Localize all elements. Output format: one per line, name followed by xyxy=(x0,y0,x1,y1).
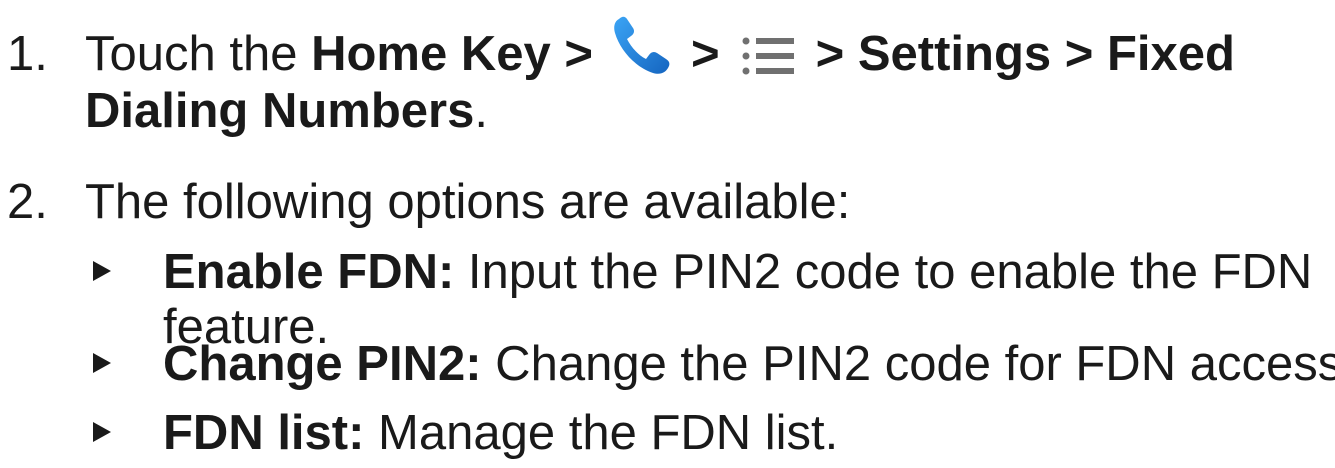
menu-icon xyxy=(742,31,794,75)
step-1-line-2: Dialing Numbers. xyxy=(85,84,488,138)
option-label: FDN list: xyxy=(163,406,365,460)
step-number: 1. xyxy=(7,27,48,81)
phone-icon xyxy=(611,15,671,77)
instructions-document: 1. Touch the Home Key > > > Settings > Fix… xyxy=(0,0,1335,468)
settings-path: > Settings > Fixed xyxy=(815,27,1235,81)
step-text: Touch the Home Key > > > Settings > Fixed xyxy=(85,16,1235,83)
bullet-triangle-icon xyxy=(93,422,111,442)
option-description: Manage the FDN list. xyxy=(364,406,839,460)
separator: > xyxy=(690,27,720,81)
dialing-numbers-label: Dialing Numbers xyxy=(85,84,475,138)
bullet-triangle-icon xyxy=(93,353,111,373)
option-label: Change PIN2: xyxy=(163,337,482,391)
option-description: Change the PIN2 code for FDN access. xyxy=(481,337,1335,391)
step-text: The following options are available: xyxy=(85,175,851,229)
step-number: 2. xyxy=(7,175,48,229)
bullet-triangle-icon xyxy=(93,261,111,281)
home-key-label: Home Key > xyxy=(311,27,593,81)
option-label: Enable FDN: xyxy=(163,245,455,299)
option-description: Input the PIN2 code to enable the FDN xyxy=(454,245,1313,299)
